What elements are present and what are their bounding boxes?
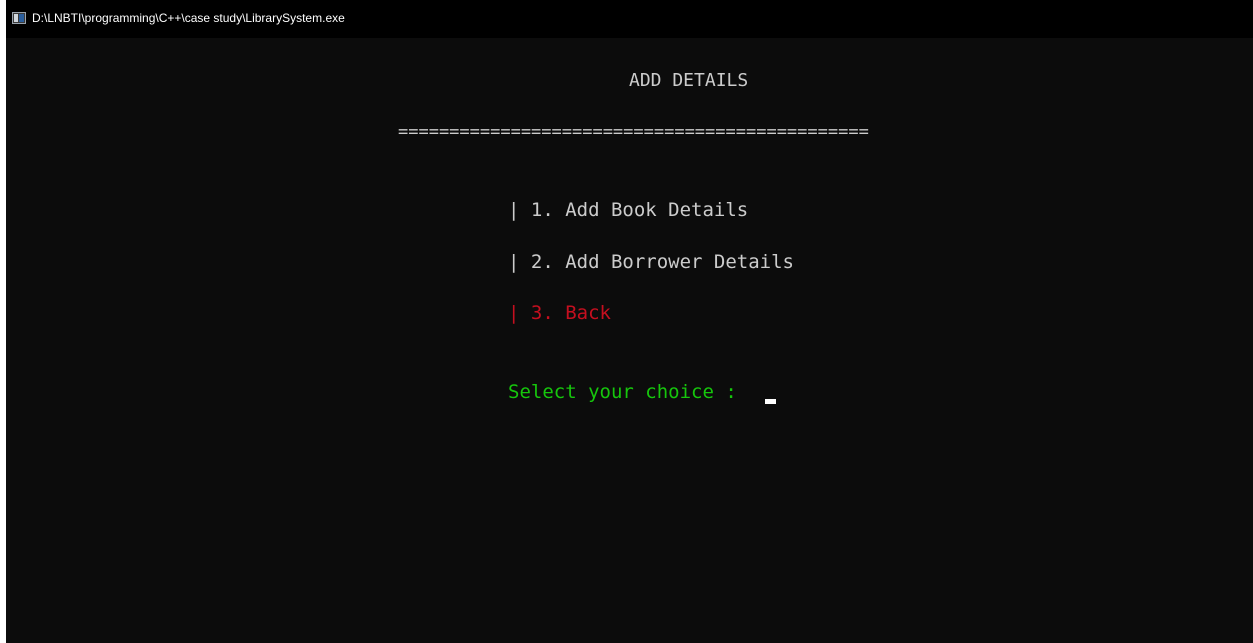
menu-option-add-book-details: | 1. Add Book Details — [508, 199, 749, 221]
choice-prompt: Select your choice : — [508, 381, 737, 403]
console-app-icon — [12, 12, 26, 24]
menu-option-back: | 3. Back — [508, 302, 611, 324]
console-output[interactable]: ADD DETAILS ============================… — [6, 38, 1253, 643]
heading-divider: ========================================… — [398, 122, 869, 142]
menu-option-add-borrower-details: | 2. Add Borrower Details — [508, 251, 794, 273]
title-bar[interactable]: D:\LNBTI\programming\C++\case study\Libr… — [6, 0, 1253, 38]
text-cursor[interactable] — [765, 399, 776, 404]
console-window: D:\LNBTI\programming\C++\case study\Libr… — [6, 0, 1253, 643]
window-title: D:\LNBTI\programming\C++\case study\Libr… — [32, 11, 345, 25]
menu-heading: ADD DETAILS — [629, 70, 749, 91]
